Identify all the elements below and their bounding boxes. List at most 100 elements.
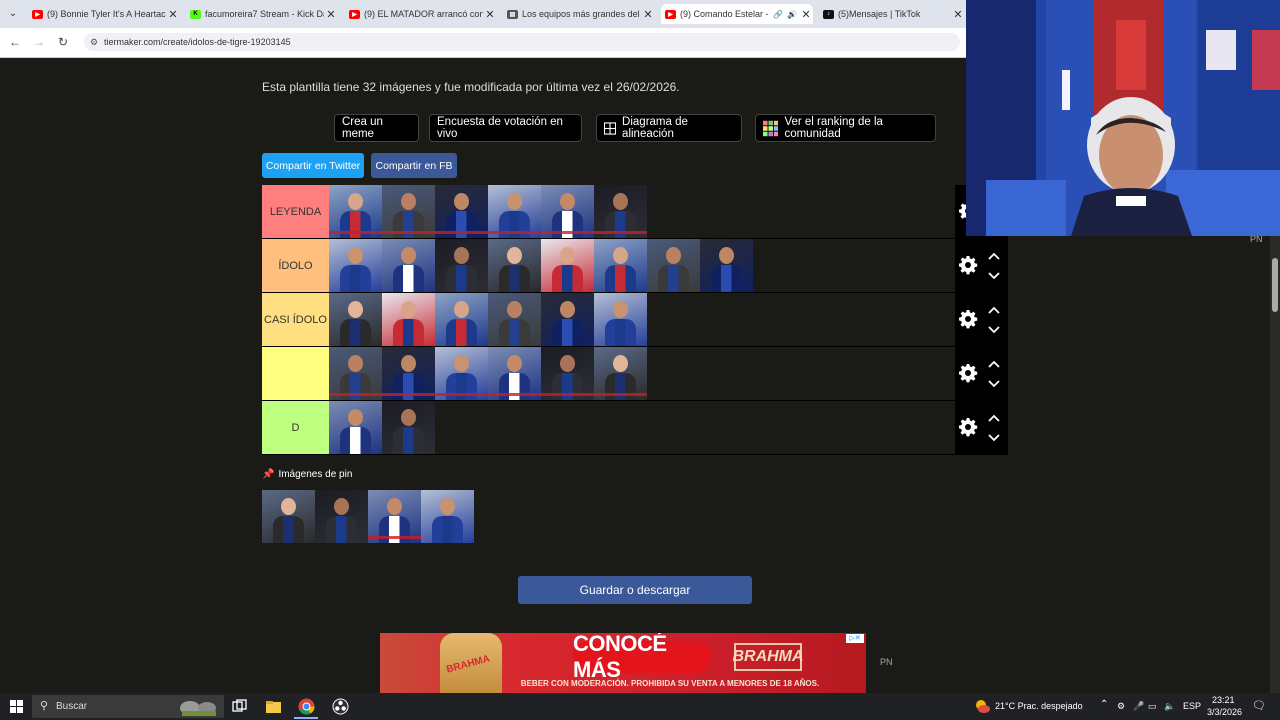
player-image[interactable] <box>541 239 594 292</box>
tier-label[interactable] <box>262 347 329 400</box>
player-image[interactable] <box>488 347 541 400</box>
language-indicator[interactable]: ESP <box>1183 701 1201 711</box>
player-image[interactable] <box>488 185 541 238</box>
player-image[interactable] <box>541 347 594 400</box>
tab-close-icon[interactable]: ✕ <box>799 8 813 21</box>
clock-time[interactable]: 23:21 <box>1212 695 1235 705</box>
network-icon[interactable]: ▭ <box>1148 701 1157 712</box>
browser-tab[interactable]: ▤ Los equipos más grandes del f ✕ <box>503 4 655 24</box>
tier-label[interactable]: LEYENDA <box>262 185 329 238</box>
gear-icon[interactable] <box>958 255 978 275</box>
tray-app-icon[interactable]: ⚙ <box>1117 701 1125 712</box>
chrome-icon[interactable] <box>298 698 315 715</box>
player-image[interactable] <box>594 185 647 238</box>
move-down-icon[interactable] <box>987 379 1001 389</box>
community-ranking-button[interactable]: Ver el ranking de la comunidad <box>755 114 936 142</box>
site-info-icon[interactable]: ⚙ <box>90 33 98 51</box>
scrollbar-thumb[interactable] <box>1272 258 1278 312</box>
player-image[interactable] <box>647 239 700 292</box>
tab-close-icon[interactable]: ✕ <box>166 8 180 21</box>
notifications-icon[interactable]: 🗨 <box>1252 699 1266 712</box>
player-image[interactable] <box>329 239 382 292</box>
tab-close-icon[interactable]: ✕ <box>641 8 655 21</box>
alignment-chart-label: Diagrama de alineación <box>622 116 688 140</box>
tray-chevron-icon[interactable]: ⌃ <box>1100 699 1108 710</box>
player-image[interactable] <box>435 185 488 238</box>
create-meme-button[interactable]: Crea un meme <box>334 114 419 142</box>
move-up-icon[interactable] <box>987 413 1001 423</box>
move-down-icon[interactable] <box>987 271 1001 281</box>
youtube-icon: ▶ <box>32 9 43 19</box>
tab-audio-icon[interactable]: 🔊 <box>785 10 799 19</box>
tab-close-icon[interactable]: ✕ <box>951 8 965 21</box>
move-up-icon[interactable] <box>987 305 1001 315</box>
move-down-icon[interactable] <box>987 433 1001 443</box>
player-image[interactable] <box>594 293 647 346</box>
ad-close-icon[interactable]: ▷✕ <box>846 634 864 643</box>
alignment-chart-button[interactable]: Diagrama de alineación <box>596 114 742 142</box>
player-image[interactable] <box>435 239 488 292</box>
tier-label[interactable]: D <box>262 401 329 454</box>
browser-tab[interactable]: ▶ (9) Bonnie Tyler It's A Heartach ✕ <box>28 4 180 24</box>
weather-icon[interactable] <box>974 698 991 715</box>
tier-label[interactable]: CASI ÍDOLO <box>262 293 329 346</box>
windows-start-icon[interactable] <box>8 698 25 715</box>
task-view-icon[interactable] <box>231 698 248 715</box>
share-facebook-button[interactable]: Compartir en FB <box>371 153 457 178</box>
browser-tab[interactable]: ▶ (9) EL MATADOR arrancó con d ✕ <box>345 4 497 24</box>
tab-close-icon[interactable]: ✕ <box>324 8 338 21</box>
player-image[interactable] <box>329 293 382 346</box>
tab-share-icon[interactable]: 🔗 <box>771 10 785 19</box>
browser-tab[interactable]: ♪ (5)Mensajes | TikTok ✕ <box>819 4 965 24</box>
browser-tab[interactable]: ▶ (9) Comando Estelar - G 🔗 🔊 ✕ <box>661 4 813 24</box>
gear-icon[interactable] <box>958 363 978 383</box>
player-image[interactable] <box>382 293 435 346</box>
player-image[interactable] <box>421 490 474 543</box>
player-image[interactable] <box>541 185 594 238</box>
clock-date[interactable]: 3/3/2026 <box>1207 707 1242 717</box>
volume-icon[interactable]: 🔈 <box>1164 701 1175 712</box>
tab-close-icon[interactable]: ✕ <box>483 8 497 21</box>
microphone-icon[interactable]: 🎤 <box>1133 701 1144 712</box>
browser-tab[interactable]: Kfacumoreira7 Stream - Kick Da ✕ <box>186 4 338 24</box>
move-up-icon[interactable] <box>987 251 1001 261</box>
tab-search-chevron-icon[interactable]: ⌄ <box>4 6 22 22</box>
brahma-ad-banner[interactable]: BRAHMA CONOCÉ MÁS BRAHMA BEBER CON MODER… <box>380 633 866 693</box>
move-down-icon[interactable] <box>987 325 1001 335</box>
share-twitter-button[interactable]: Compartir en Twitter <box>262 153 364 178</box>
reload-icon[interactable]: ↻ <box>54 34 72 50</box>
player-image[interactable] <box>382 185 435 238</box>
player-image[interactable] <box>329 347 382 400</box>
gear-icon[interactable] <box>958 309 978 329</box>
player-image[interactable] <box>382 347 435 400</box>
player-image[interactable] <box>382 239 435 292</box>
player-image[interactable] <box>541 293 594 346</box>
live-poll-button[interactable]: Encuesta de votación en vivo <box>429 114 582 142</box>
player-image[interactable] <box>262 490 315 543</box>
windows-taskbar: ⚲ Buscar 21°C Prac. despejado ⌃ ⚙ 🎤 ▭ 🔈 … <box>0 693 1280 720</box>
player-image[interactable] <box>315 490 368 543</box>
file-explorer-icon[interactable] <box>265 698 282 715</box>
player-image[interactable] <box>368 490 421 543</box>
player-image[interactable] <box>329 401 382 454</box>
gear-icon[interactable] <box>958 417 978 437</box>
player-image[interactable] <box>594 347 647 400</box>
save-download-button[interactable]: Guardar o descargar <box>518 576 752 604</box>
player-image[interactable] <box>488 239 541 292</box>
back-icon[interactable]: ← <box>6 34 24 50</box>
player-image[interactable] <box>435 347 488 400</box>
forward-icon[interactable]: → <box>30 34 48 50</box>
move-up-icon[interactable] <box>987 359 1001 369</box>
tier-label[interactable]: ÍDOLO <box>262 239 329 292</box>
ad-cta-button[interactable]: CONOCÉ MÁS <box>573 633 711 682</box>
player-image[interactable] <box>594 239 647 292</box>
player-image[interactable] <box>435 293 488 346</box>
player-image[interactable] <box>382 401 435 454</box>
url-field[interactable]: ⚙ tiermaker.com/create/idolos-de-tigre-1… <box>84 33 960 51</box>
player-image[interactable] <box>488 293 541 346</box>
player-image[interactable] <box>329 185 382 238</box>
weather-text[interactable]: 21°C Prac. despejado <box>995 701 1083 711</box>
obs-icon[interactable] <box>332 698 349 715</box>
taskbar-search-box[interactable]: ⚲ Buscar <box>32 695 224 718</box>
player-image[interactable] <box>700 239 753 292</box>
